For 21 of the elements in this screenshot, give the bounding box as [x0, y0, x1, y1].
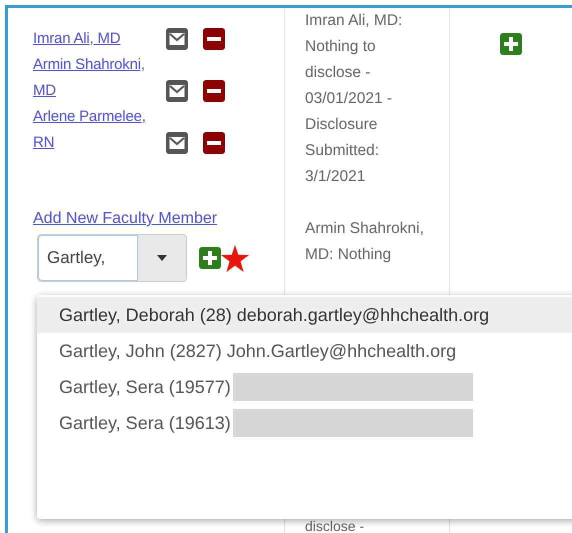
envelope-icon[interactable]	[165, 27, 189, 51]
disclosure-text: Armin Shahrokni, MD: Nothing	[305, 219, 425, 265]
dropdown-option[interactable]: Gartley, John (2827) John.Gartley@hhchealth.org	[37, 333, 572, 369]
disclosure-text: disclose -	[305, 520, 366, 533]
faculty-link[interactable]: Imran Ali, MD	[33, 26, 153, 52]
remove-icon[interactable]	[202, 27, 226, 51]
envelope-icon[interactable]	[165, 131, 189, 155]
add-faculty-link[interactable]: Add New Faculty Member	[33, 210, 218, 228]
faculty-combobox[interactable]: Gartley,	[37, 234, 187, 282]
remove-icon[interactable]	[202, 79, 226, 103]
disclosure-text: Imran Ali, MD: Nothing to disclose - 03/01/2021 - Disclosure Submitted: 3/1/2021	[305, 11, 404, 187]
dropdown-option[interactable]: Gartley, Sera (19613)	[37, 405, 572, 441]
dropdown-option[interactable]: Gartley, Deborah (28) deborah.gartley@hhchealth.org	[37, 297, 572, 333]
faculty-link[interactable]: Arlene Parmelee, RN	[33, 104, 153, 156]
add-icon[interactable]	[500, 33, 522, 55]
envelope-icon[interactable]	[165, 79, 189, 103]
add-icon[interactable]	[199, 247, 221, 269]
remove-icon[interactable]	[202, 131, 226, 155]
dropdown-option[interactable]: Gartley, Sera (19577)	[37, 369, 572, 405]
caret-icon	[157, 255, 167, 261]
faculty-link[interactable]: Armin Shahrokni, MD	[33, 52, 153, 104]
